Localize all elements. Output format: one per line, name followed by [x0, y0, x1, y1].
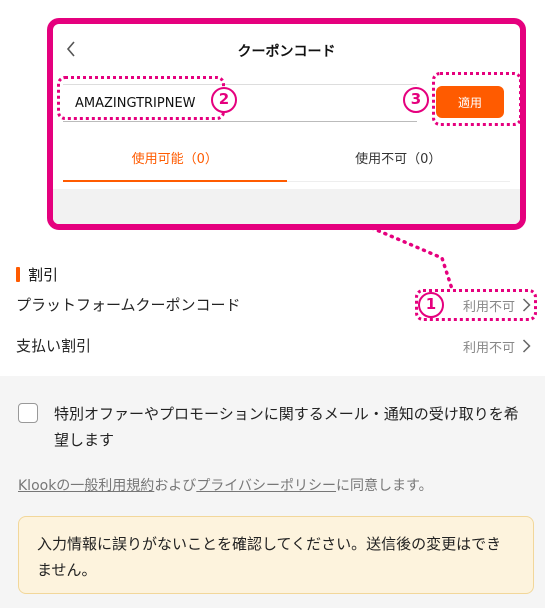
coupon-code-input[interactable]: [63, 84, 417, 122]
terms-mid: および: [154, 478, 197, 494]
callout-badge-3: 3: [403, 87, 429, 113]
coupon-code-row: 適用: [63, 76, 510, 124]
row-status: 利用不可: [462, 341, 515, 356]
discount-row-platform-coupon[interactable]: プラットフォームクーポンコード 利用不可: [16, 292, 531, 318]
callout-badge-2: 2: [211, 87, 237, 113]
terms-end: に同意します。: [336, 478, 433, 494]
discount-heading: 割引: [16, 264, 58, 285]
tab-available[interactable]: 使用可能（0）: [63, 142, 287, 182]
coupon-tabs: 使用可能（0） 使用不可（0）: [63, 142, 510, 182]
terms-link[interactable]: Klookの一般利用規約: [18, 478, 154, 494]
apply-button[interactable]: 適用: [436, 86, 504, 118]
row-label: 支払い割引: [16, 337, 92, 355]
popup-title: クーポンコード: [237, 44, 336, 60]
accent-bar: [16, 267, 20, 282]
optin-checkbox[interactable]: [18, 403, 38, 423]
chevron-right-icon: [522, 339, 531, 353]
discount-row-payment[interactable]: 支払い割引 利用不可: [16, 333, 531, 359]
privacy-policy-link[interactable]: プライバシーポリシー: [196, 478, 336, 494]
row-status: 利用不可: [462, 300, 515, 315]
chevron-right-icon: [522, 298, 531, 312]
popup-footer: [53, 189, 520, 224]
confirmation-notice: 入力情報に誤りがないことを確認してください。送信後の変更はできません。: [18, 516, 534, 594]
tab-unavailable[interactable]: 使用不可（0）: [287, 142, 511, 182]
row-label: プラットフォームクーポンコード: [16, 296, 241, 314]
discount-heading-text: 割引: [28, 266, 59, 284]
terms-line: Klookの一般利用規約およびプライバシーポリシーに同意します。: [18, 475, 433, 495]
coupon-code-popup: クーポンコード 適用 使用可能（0） 使用不可（0）: [47, 18, 526, 230]
optin-text: 特別オファーやプロモーションに関するメール・通知の受け取りを希望します: [54, 405, 519, 449]
